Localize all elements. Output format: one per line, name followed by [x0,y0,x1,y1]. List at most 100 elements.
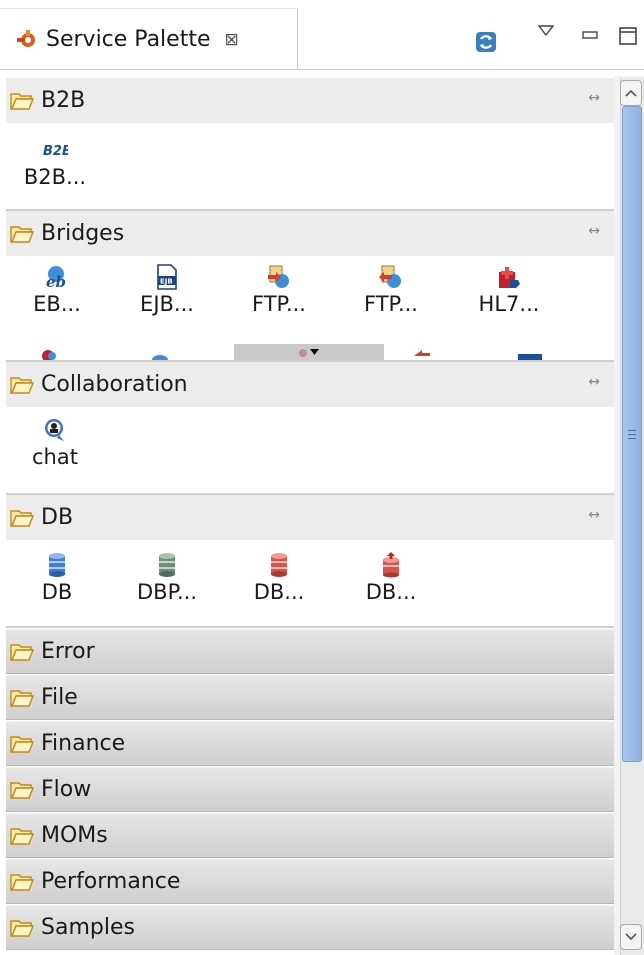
partial-item-icon [414,350,430,356]
drawer-label: Flow [41,777,92,802]
drawer-file[interactable]: File [6,675,614,720]
ejb-icon: EJB [154,264,180,290]
drawer-label: Performance [41,869,181,894]
pin-icon[interactable]: ↔ [588,90,600,106]
palette-item[interactable]: eb EB... [12,264,102,316]
palette-icon [14,27,40,53]
drawer-label: Collaboration [41,372,188,397]
chevron-up-icon [625,89,637,97]
partial-item-icon [42,350,56,360]
item-label: DBP... [137,580,197,604]
eb-icon: eb [44,264,70,290]
scrollbar-thumb[interactable] [622,106,642,762]
database-red-icon [266,552,292,578]
item-label: DB... [365,580,417,604]
tab-title: Service Palette [46,27,211,52]
drawer-body-bridges: eb EB... EJB EJB... FTP... FTP... HL7... [6,256,614,360]
item-label: HL7... [478,292,540,316]
drawer-finance[interactable]: Finance [6,721,614,766]
view-header: Service Palette ⊠ [0,0,644,70]
scroll-up-button[interactable] [620,80,642,106]
drawer-label: Error [41,639,95,664]
drawer-moms[interactable]: MOMs [6,813,614,858]
pin-icon[interactable]: ↔ [588,507,600,523]
palette-item[interactable]: DBP... [122,552,212,604]
item-label: FTP... [364,292,418,316]
item-label: FTP... [252,292,306,316]
svg-text:B2B: B2B [43,144,68,158]
drawer-label: B2B [41,88,86,113]
database-blue-icon [44,552,70,578]
drawer-label: Bridges [41,221,125,246]
folder-open-icon [10,781,35,799]
palette-item[interactable]: DB... [346,552,436,604]
item-label: EJB... [140,292,194,316]
more-items-button[interactable] [234,344,384,360]
palette-item[interactable]: DB [12,552,102,604]
view-menu-icon[interactable] [536,22,556,40]
folder-open-icon [10,509,35,527]
database-green-icon [154,552,180,578]
hl7-icon [496,264,522,290]
drawer-label: DB [41,505,74,530]
close-icon[interactable]: ⊠ [225,30,239,50]
drawer-body-b2b: B2B B2B... [6,123,614,209]
folder-open-icon [10,919,35,937]
item-label: DB... [253,580,305,604]
drawer-label: File [41,685,78,710]
palette-item[interactable]: chat [10,417,100,469]
item-label: DB [41,580,73,604]
ftp-icon [266,264,292,290]
maximize-icon[interactable] [616,24,640,48]
partial-item-icon [518,354,542,360]
drawer-overflow-row [6,342,614,360]
chat-icon [42,417,68,443]
palette-item[interactable]: EJB EJB... [122,264,212,316]
drawer-label: Finance [41,731,126,756]
folder-open-icon [10,92,35,110]
palette-item[interactable]: DB... [234,552,324,604]
drawer-bridges[interactable]: Bridges ↔ [6,211,614,256]
drawer-label: Samples [41,915,135,940]
drawer-error[interactable]: Error [6,629,614,674]
drawer-b2b[interactable]: B2B ↔ [6,78,614,123]
palette-item[interactable]: FTP... [346,264,436,316]
drawer-body-db: DB DBP... DB... DB... [6,540,614,626]
drawer-flow[interactable]: Flow [6,767,614,812]
svg-text:eb: eb [46,273,66,290]
drawer-label: MOMs [41,823,108,848]
database-red-arrow-icon [378,552,404,578]
tab-service-palette[interactable]: Service Palette ⊠ [0,8,298,70]
palette-item[interactable]: FTP... [234,264,324,316]
partial-item-icon [152,355,168,360]
folder-open-icon [10,689,35,707]
drawer-samples[interactable]: Samples [6,905,614,950]
minimize-icon[interactable] [580,28,600,42]
drawer-db[interactable]: DB ↔ [6,495,614,540]
folder-open-icon [10,376,35,394]
svg-text:EJB: EJB [160,278,173,286]
folder-open-icon [10,873,35,891]
palette-list: B2B ↔ B2B B2B... Bridges ↔ eb EB... EJB … [0,76,614,955]
item-label: chat [32,445,78,469]
folder-open-icon [10,735,35,753]
item-label: EB... [33,292,81,316]
folder-open-icon [10,643,35,661]
drawer-separator [6,626,614,628]
scroll-down-button[interactable] [620,924,642,950]
item-label: B2B... [23,165,87,189]
refresh-icon[interactable] [472,28,500,56]
header-divider [0,69,644,70]
pin-icon[interactable]: ↔ [588,223,600,239]
folder-open-icon [10,225,35,243]
folder-open-icon [10,827,35,845]
grip-icon [628,429,636,439]
pin-icon[interactable]: ↔ [588,374,600,390]
b2b-icon: B2B [42,137,68,163]
chevron-down-icon [625,933,637,941]
palette-item[interactable]: HL7... [464,264,554,316]
drawer-collaboration[interactable]: Collaboration ↔ [6,362,614,407]
palette-item[interactable]: B2B B2B... [10,137,100,189]
ftp-icon [378,264,404,290]
drawer-performance[interactable]: Performance [6,859,614,904]
